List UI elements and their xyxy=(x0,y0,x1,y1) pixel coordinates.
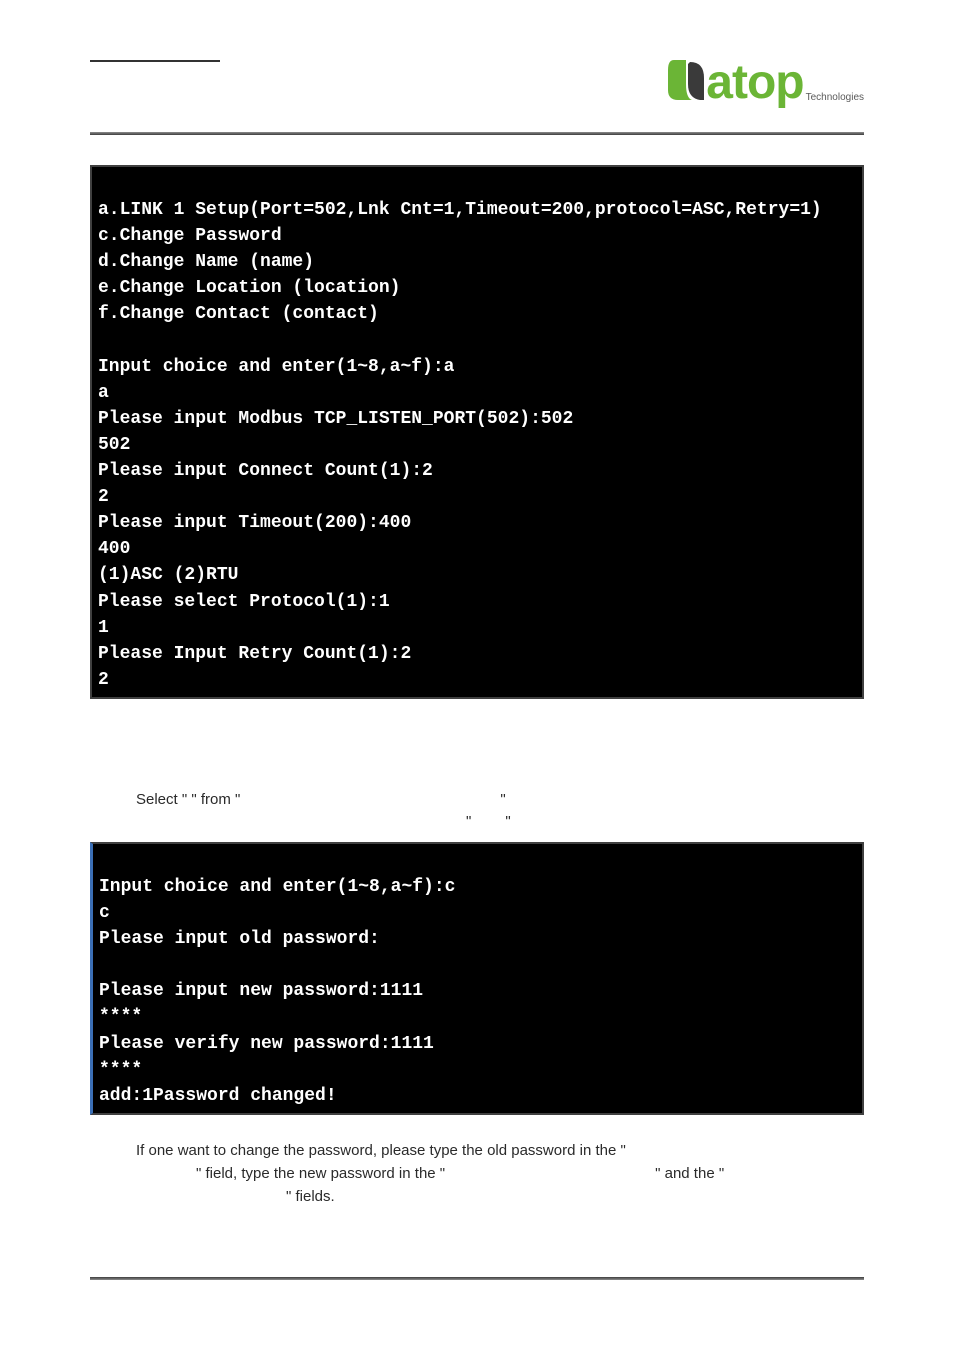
terminal-block-1: a.LINK 1 Setup(Port=502,Lnk Cnt=1,Timeou… xyxy=(90,165,864,699)
text-fragment: Select " xyxy=(136,791,187,808)
terminal-line: a xyxy=(98,383,109,403)
terminal-line: **** xyxy=(99,1060,142,1080)
text-fragment: " fields. xyxy=(286,1188,335,1205)
logo-text: atop xyxy=(706,59,803,107)
terminal-line: e.Change Location (location) xyxy=(98,278,400,298)
terminal-line: Please verify new password:1111 xyxy=(99,1034,434,1054)
terminal-line: c.Change Password xyxy=(98,226,282,246)
terminal-line: Input choice and enter(1~8,a~f):a xyxy=(98,357,454,377)
terminal-line: (1)ASC (2)RTU xyxy=(98,565,238,585)
terminal-line: Please input old password: xyxy=(99,929,380,949)
terminal-line: add:1Password changed! xyxy=(99,1086,337,1106)
text-fragment: " and the " xyxy=(655,1165,724,1182)
header-separator xyxy=(90,132,864,135)
terminal-line: Input choice and enter(1~8,a~f):c xyxy=(99,877,455,897)
text-fragment: " field, type the new password in the " xyxy=(196,1165,445,1182)
instruction-paragraph-1: Select " " from "" "" xyxy=(136,789,844,834)
terminal-line: 2 xyxy=(98,670,109,690)
terminal-line: 1 xyxy=(98,618,109,638)
terminal-line: 2 xyxy=(98,487,109,507)
text-fragment: " xyxy=(500,791,505,808)
terminal-line: Please input Modbus TCP_LISTEN_PORT(502)… xyxy=(98,409,573,429)
terminal-line: Please Input Retry Count(1):2 xyxy=(98,644,411,664)
header-underline xyxy=(90,60,220,62)
terminal-line: **** xyxy=(99,1007,142,1027)
text-fragment: " xyxy=(466,813,471,830)
terminal-line: Please input Timeout(200):400 xyxy=(98,513,411,533)
terminal-line: 400 xyxy=(98,539,130,559)
terminal-line: d.Change Name (name) xyxy=(98,252,314,272)
terminal-line: a.LINK 1 Setup(Port=502,Lnk Cnt=1,Timeou… xyxy=(98,200,822,220)
instruction-paragraph-2: If one want to change the password, plea… xyxy=(136,1139,844,1209)
logo-subtext: Technologies xyxy=(806,92,864,103)
terminal-line: f.Change Contact (contact) xyxy=(98,304,379,324)
text-fragment: If one want to change the password, plea… xyxy=(136,1142,626,1159)
terminal-line: 502 xyxy=(98,435,130,455)
terminal-line: c xyxy=(99,903,110,923)
terminal-line: Please input Connect Count(1):2 xyxy=(98,461,433,481)
brand-logo: atop Technologies xyxy=(666,58,864,107)
text-fragment: " xyxy=(505,813,510,830)
terminal-line: Please input new password:1111 xyxy=(99,981,423,1001)
terminal-block-2: Input choice and enter(1~8,a~f):c c Plea… xyxy=(90,842,864,1115)
logo-icon xyxy=(666,58,706,107)
text-fragment: " from " xyxy=(191,791,240,808)
terminal-line: Please select Protocol(1):1 xyxy=(98,592,390,612)
footer-separator xyxy=(90,1277,864,1280)
